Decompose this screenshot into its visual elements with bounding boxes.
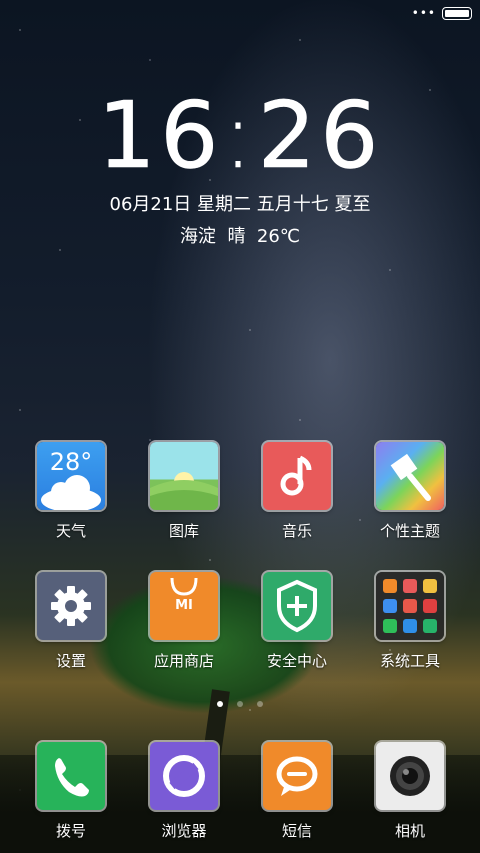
dock-camera[interactable]: 相机 bbox=[360, 742, 460, 841]
dock-browser[interactable]: 浏览器 bbox=[134, 742, 234, 841]
message-icon bbox=[263, 742, 331, 810]
themes-icon bbox=[376, 442, 444, 510]
weather-temperature: 26℃ bbox=[256, 226, 301, 247]
clock-hour: 16 bbox=[97, 82, 223, 190]
dock-messages[interactable]: 短信 bbox=[247, 742, 347, 841]
camera-icon bbox=[376, 742, 444, 810]
settings-icon bbox=[37, 572, 105, 640]
browser-icon bbox=[150, 742, 218, 810]
app-label: 浏览器 bbox=[161, 822, 207, 840]
app-label: 图库 bbox=[168, 522, 199, 540]
security-icon bbox=[263, 572, 331, 640]
app-store-icon: MI bbox=[150, 572, 218, 640]
music-icon bbox=[263, 442, 331, 510]
app-label: 个性主题 bbox=[379, 522, 440, 540]
app-label: 应用商店 bbox=[153, 652, 214, 670]
clock-minute: 26 bbox=[257, 82, 383, 190]
phone-icon bbox=[37, 742, 105, 810]
gallery-icon bbox=[150, 442, 218, 510]
app-label: 短信 bbox=[281, 822, 312, 840]
mi-logo-text: MI bbox=[175, 598, 193, 613]
app-label: 相机 bbox=[394, 822, 425, 840]
app-weather[interactable]: 28° 天气 bbox=[21, 442, 121, 541]
app-store[interactable]: MI 应用商店 bbox=[134, 572, 234, 671]
page-dot-active[interactable] bbox=[217, 701, 223, 707]
weather-condition: 晴 bbox=[227, 226, 246, 247]
page-dot[interactable] bbox=[237, 701, 243, 707]
app-label: 安全中心 bbox=[266, 652, 327, 670]
app-label: 天气 bbox=[55, 522, 86, 540]
weather-summary: 海淀 晴 26℃ bbox=[0, 222, 480, 248]
weather-icon: 28° bbox=[37, 442, 105, 510]
app-label: 拨号 bbox=[55, 822, 86, 840]
app-music[interactable]: 音乐 bbox=[247, 442, 347, 541]
page-indicator bbox=[0, 701, 480, 707]
app-settings[interactable]: 设置 bbox=[21, 572, 121, 671]
cloud-shape bbox=[41, 475, 101, 510]
dock-phone[interactable]: 拨号 bbox=[21, 742, 121, 841]
app-label: 音乐 bbox=[281, 522, 312, 540]
weather-location: 海淀 bbox=[179, 226, 216, 247]
lock-clock[interactable]: 16:26 bbox=[0, 82, 480, 190]
app-label: 系统工具 bbox=[379, 652, 440, 670]
app-label: 设置 bbox=[55, 652, 86, 670]
status-bar: ••• bbox=[412, 6, 472, 20]
app-gallery[interactable]: 图库 bbox=[134, 442, 234, 541]
app-security[interactable]: 安全中心 bbox=[247, 572, 347, 671]
page-dot[interactable] bbox=[257, 701, 263, 707]
battery-icon bbox=[442, 6, 472, 20]
app-themes[interactable]: 个性主题 bbox=[360, 442, 460, 541]
signal-dots-icon: ••• bbox=[411, 6, 436, 20]
date-text: 06月21日 星期二 五月十七 夏至 bbox=[109, 194, 371, 215]
tools-folder-icon bbox=[376, 572, 444, 640]
folder-system-tools[interactable]: 系统工具 bbox=[360, 572, 460, 671]
